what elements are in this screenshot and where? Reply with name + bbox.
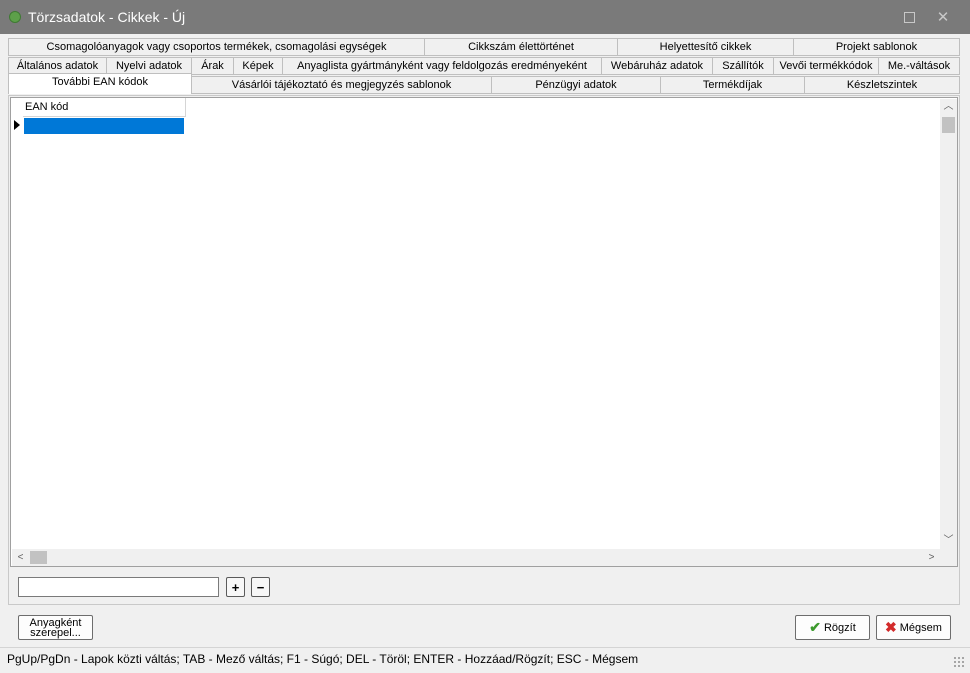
remove-button[interactable]: − <box>251 577 270 597</box>
add-button[interactable]: + <box>226 577 245 597</box>
chevron-right-icon[interactable]: > <box>923 549 940 566</box>
ean-cell[interactable] <box>24 118 184 134</box>
tab-customer-info-templates[interactable]: Vásárlói tájékoztató és megjegyzés sablo… <box>191 76 492 94</box>
chevron-up-icon[interactable]: ︿ <box>940 99 957 115</box>
maximize-icon <box>903 11 915 23</box>
column-header-ean[interactable]: EAN kód <box>23 98 186 117</box>
app-icon <box>9 11 21 23</box>
horizontal-scroll-thumb[interactable] <box>30 551 47 564</box>
cancel-label: Mégsem <box>899 621 942 634</box>
tab-item-number-history[interactable]: Cikkszám élettörténet <box>424 38 618 56</box>
used-as-material-button[interactable]: Anyagként szerepel... <box>18 615 93 640</box>
x-icon: ✖ <box>885 619 897 635</box>
status-bar: PgUp/PgDn - Lapok közti váltás; TAB - Me… <box>0 647 970 673</box>
tab-strip: Csomagolóanyagok vagy csoportos termékek… <box>8 38 960 96</box>
minus-icon: − <box>256 579 265 595</box>
tab-financial-data[interactable]: Pénzügyi adatok <box>491 76 661 94</box>
status-text: PgUp/PgDn - Lapok közti váltás; TAB - Me… <box>7 652 639 666</box>
tab-unit-conversions[interactable]: Me.-váltások <box>878 57 960 75</box>
tab-bill-of-materials[interactable]: Anyaglista gyártmányként vagy feldolgozá… <box>282 57 602 75</box>
ean-grid[interactable]: EAN kód ︿ ﹀ < > <box>10 97 958 567</box>
resize-grip-icon[interactable] <box>953 656 965 668</box>
scroll-corner <box>940 549 957 566</box>
check-icon: ✔ <box>809 619 821 635</box>
cancel-button[interactable]: ✖ Mégsem <box>876 615 951 640</box>
window-title: Törzsadatok - Cikkek - Új <box>28 9 186 25</box>
ean-code-input[interactable] <box>18 577 219 597</box>
tab-additional-ean-codes[interactable]: További EAN kódok <box>8 73 192 94</box>
row-pointer-icon <box>14 120 20 130</box>
vertical-scrollbar[interactable]: ︿ ﹀ <box>940 99 957 549</box>
vertical-scroll-thumb[interactable] <box>942 117 955 133</box>
used-as-material-label-2: szerepel... <box>30 627 81 639</box>
tab-project-templates[interactable]: Projekt sablonok <box>793 38 960 56</box>
close-icon: ✕ <box>936 9 950 26</box>
save-label: Rögzít <box>823 621 856 634</box>
tab-images[interactable]: Képek <box>233 57 283 75</box>
horizontal-scrollbar[interactable]: < > <box>12 549 940 566</box>
tab-packaging[interactable]: Csomagolóanyagok vagy csoportos termékek… <box>8 38 425 56</box>
plus-icon: + <box>231 579 240 595</box>
tab-prices[interactable]: Árak <box>191 57 234 75</box>
tab-product-fees[interactable]: Termékdíjak <box>660 76 805 94</box>
title-bar: Törzsadatok - Cikkek - Új ✕ <box>0 0 970 34</box>
chevron-down-icon[interactable]: ﹀ <box>940 533 957 549</box>
chevron-left-icon[interactable]: < <box>12 549 29 566</box>
close-button[interactable]: ✕ <box>926 0 960 34</box>
tab-customer-product-codes[interactable]: Vevői termékkódok <box>773 57 879 75</box>
tab-webshop-data[interactable]: Webáruház adatok <box>601 57 713 75</box>
save-button[interactable]: ✔ Rögzít <box>795 615 870 640</box>
tab-substitute-items[interactable]: Helyettesítő cikkek <box>617 38 794 56</box>
tab-suppliers[interactable]: Szállítók <box>712 57 774 75</box>
tab-stock-levels[interactable]: Készletszintek <box>804 76 960 94</box>
maximize-button[interactable] <box>892 0 926 34</box>
